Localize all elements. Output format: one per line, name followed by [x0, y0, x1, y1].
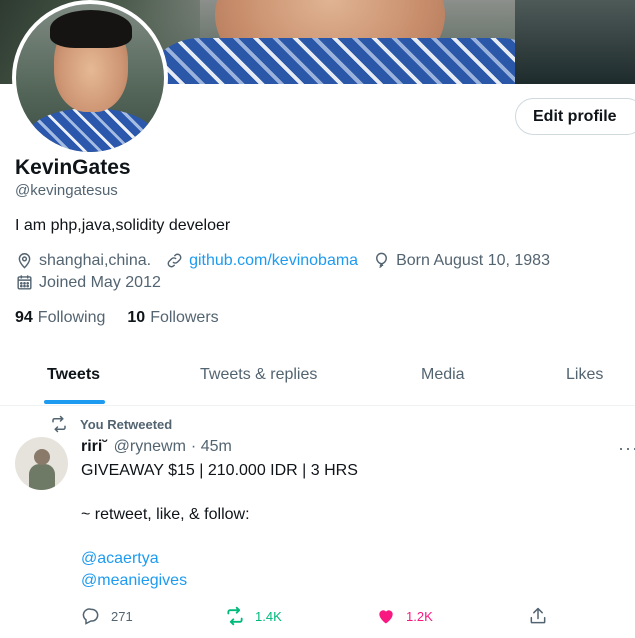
banner-background: [515, 0, 635, 84]
avatar-shirt: [26, 108, 156, 152]
joined-item: Joined May 2012: [15, 273, 161, 292]
tab-media[interactable]: Media: [421, 366, 465, 384]
reply-count: 271: [111, 608, 133, 624]
following-label: Following: [37, 309, 106, 326]
link-icon: [167, 253, 182, 268]
retweet-action-icon: [227, 606, 243, 626]
tab-tweets-replies[interactable]: Tweets & replies: [200, 366, 317, 384]
profile-avatar[interactable]: [12, 0, 168, 156]
avatar-figure-body: [29, 464, 55, 490]
tab-tweets[interactable]: Tweets: [47, 366, 100, 384]
tweet-text-line1: GIVEAWAY $15 | 210.000 IDR | 3 HRS: [81, 462, 358, 479]
location-item: shanghai,china.: [15, 251, 151, 270]
location-text: shanghai,china.: [39, 251, 152, 269]
retweet-button[interactable]: 1.4K: [225, 606, 282, 626]
followers-link[interactable]: 10 Followers: [127, 309, 218, 327]
retweet-context: You Retweeted: [50, 415, 172, 433]
profile-meta-row: shanghai,china. github.com/kevinobama Bo…: [15, 251, 564, 270]
tweet-username[interactable]: @rynewm: [114, 438, 186, 456]
profile-tabs: Tweets Tweets & replies Media Likes: [0, 354, 635, 406]
like-button[interactable]: 1.2K: [376, 606, 433, 626]
followers-label: Followers: [150, 309, 219, 326]
tweet-author-avatar[interactable]: [15, 437, 68, 490]
tweet-time[interactable]: · 45m: [191, 438, 232, 456]
website-link[interactable]: github.com/kevinobama: [189, 252, 358, 270]
banner-shirt: [140, 38, 560, 84]
profile-handle: @kevingatesus: [15, 182, 118, 199]
followers-count: 10: [127, 309, 146, 326]
website-item[interactable]: github.com/kevinobama: [165, 251, 358, 270]
tab-likes[interactable]: Likes: [566, 366, 603, 384]
balloon-icon: [376, 252, 388, 268]
share-icon: [530, 607, 546, 624]
edit-profile-button[interactable]: Edit profile: [515, 98, 635, 135]
birthday-item: Born August 10, 1983: [372, 251, 550, 270]
tweet-display-name[interactable]: riri˘: [81, 438, 108, 456]
following-count: 94: [15, 309, 33, 326]
heart-icon: [379, 610, 393, 624]
calendar-icon: [17, 275, 32, 290]
avatar-figure-head: [34, 449, 50, 465]
profile-name: KevinGates: [15, 156, 131, 179]
retweet-icon: [52, 415, 66, 433]
active-tab-indicator: [44, 400, 105, 404]
retweet-context-label: You Retweeted: [80, 416, 173, 432]
avatar-hair: [50, 10, 132, 48]
like-count: 1.2K: [406, 608, 433, 624]
joined-text: Joined May 2012: [39, 273, 161, 291]
retweet-count: 1.4K: [255, 608, 282, 624]
share-button[interactable]: [528, 606, 558, 626]
more-options-icon[interactable]: ···: [618, 438, 635, 459]
joined-row: Joined May 2012: [15, 273, 175, 292]
birthday-text: Born August 10, 1983: [396, 251, 550, 269]
tweet-mention-2[interactable]: @meaniegives: [81, 572, 187, 590]
reply-icon: [82, 608, 99, 625]
tweet-text-line2: ~ retweet, like, & follow:: [81, 506, 250, 523]
tweet-mention-1[interactable]: @acaertya: [81, 550, 159, 568]
tweet-header: riri˘ @rynewm · 45m: [81, 438, 232, 456]
profile-bio: I am php,java,solidity develoer: [15, 217, 231, 234]
tweet-actions: 271 1.4K 1.2K: [0, 606, 635, 630]
reply-button[interactable]: 271: [81, 606, 133, 626]
following-link[interactable]: 94 Following: [15, 309, 105, 327]
follow-stats: 94 Following 10 Followers: [15, 309, 241, 327]
location-pin-icon: [18, 253, 31, 269]
